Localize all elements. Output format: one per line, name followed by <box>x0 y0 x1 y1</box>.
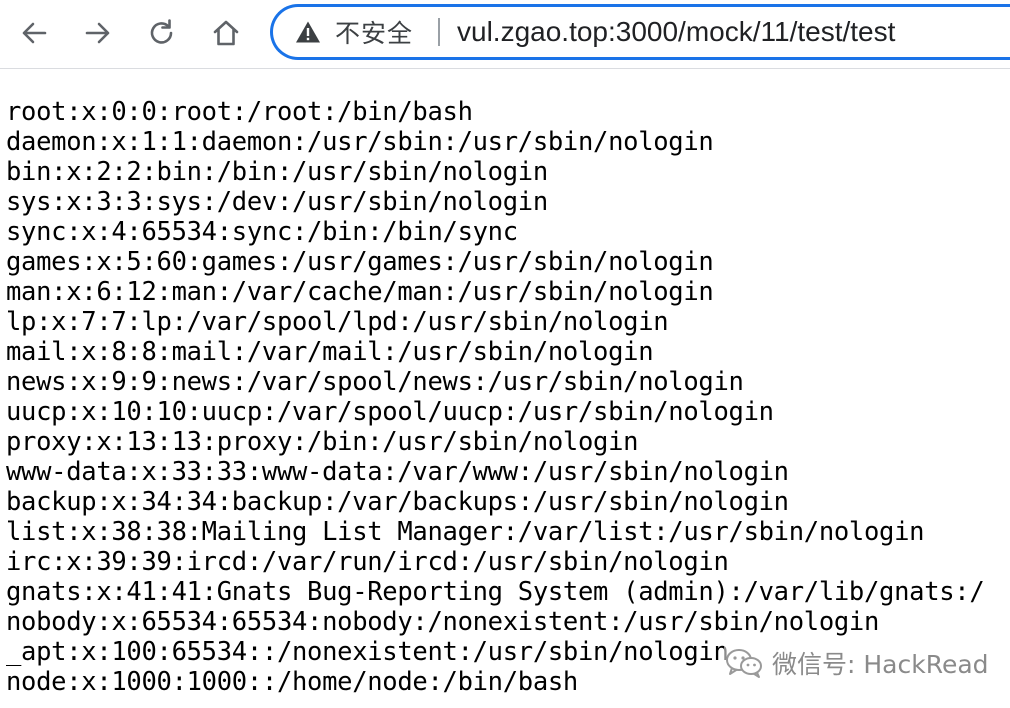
forward-button[interactable] <box>78 13 118 53</box>
passwd-line: mail:x:8:8:mail:/var/mail:/usr/sbin/nolo… <box>6 337 654 367</box>
passwd-line: backup:x:34:34:backup:/var/backups:/usr/… <box>6 487 789 517</box>
arrow-left-icon <box>22 22 47 44</box>
passwd-line: list:x:38:38:Mailing List Manager:/var/l… <box>6 517 925 547</box>
home-button[interactable] <box>206 13 246 53</box>
address-bar[interactable]: 不安全 vul.zgao.top:3000/mock/11/test/test <box>270 4 1010 60</box>
passwd-line: games:x:5:60:games:/usr/games:/usr/sbin/… <box>6 247 714 277</box>
address-divider <box>438 18 440 46</box>
warning-icon <box>296 21 320 43</box>
passwd-line: irc:x:39:39:ircd:/var/run/ircd:/usr/sbin… <box>6 547 729 577</box>
browser-toolbar: 不安全 vul.zgao.top:3000/mock/11/test/test <box>0 0 1010 69</box>
passwd-line: lp:x:7:7:lp:/var/spool/lpd:/usr/sbin/nol… <box>6 307 669 337</box>
passwd-line: nobody:x:65534:65534:nobody:/nonexistent… <box>6 607 880 637</box>
security-label: 不安全 <box>335 19 414 48</box>
watermark: 微信号: HackRead <box>724 646 989 680</box>
arrow-right-icon <box>85 22 110 44</box>
back-button[interactable] <box>14 13 54 53</box>
reload-icon <box>150 19 173 44</box>
passwd-line: news:x:9:9:news:/var/spool/news:/usr/sbi… <box>6 367 744 397</box>
home-icon <box>213 20 239 46</box>
passwd-line: root:x:0:0:root:/root:/bin/bash <box>6 97 473 127</box>
passwd-line: proxy:x:13:13:proxy:/bin:/usr/sbin/nolog… <box>6 427 639 457</box>
passwd-content: root:x:0:0:root:/root:/bin/bash daemon:x:… <box>6 97 1010 705</box>
passwd-line: gnats:x:41:41:Gnats Bug-Reporting System… <box>6 577 985 607</box>
passwd-line: sys:x:3:3:sys:/dev:/usr/sbin/nologin <box>6 187 548 217</box>
passwd-line: sync:x:4:65534:sync:/bin:/bin/sync <box>6 217 518 247</box>
passwd-line: bin:x:2:2:bin:/bin:/usr/sbin/nologin <box>6 157 548 187</box>
security-indicator[interactable]: 不安全 <box>295 7 413 57</box>
reload-button[interactable] <box>142 13 182 53</box>
passwd-line: uucp:x:10:10:uucp:/var/spool/uucp:/usr/s… <box>6 397 774 427</box>
wechat-icon <box>726 649 762 678</box>
passwd-line: man:x:6:12:man:/var/cache/man:/usr/sbin/… <box>6 277 714 307</box>
watermark-text: 微信号: HackRead <box>772 650 989 679</box>
url-text[interactable]: vul.zgao.top:3000/mock/11/test/test <box>457 7 895 57</box>
passwd-line: daemon:x:1:1:daemon:/usr/sbin:/usr/sbin/… <box>6 127 714 157</box>
passwd-line: www-data:x:33:33:www-data:/var/www:/usr/… <box>6 457 789 487</box>
